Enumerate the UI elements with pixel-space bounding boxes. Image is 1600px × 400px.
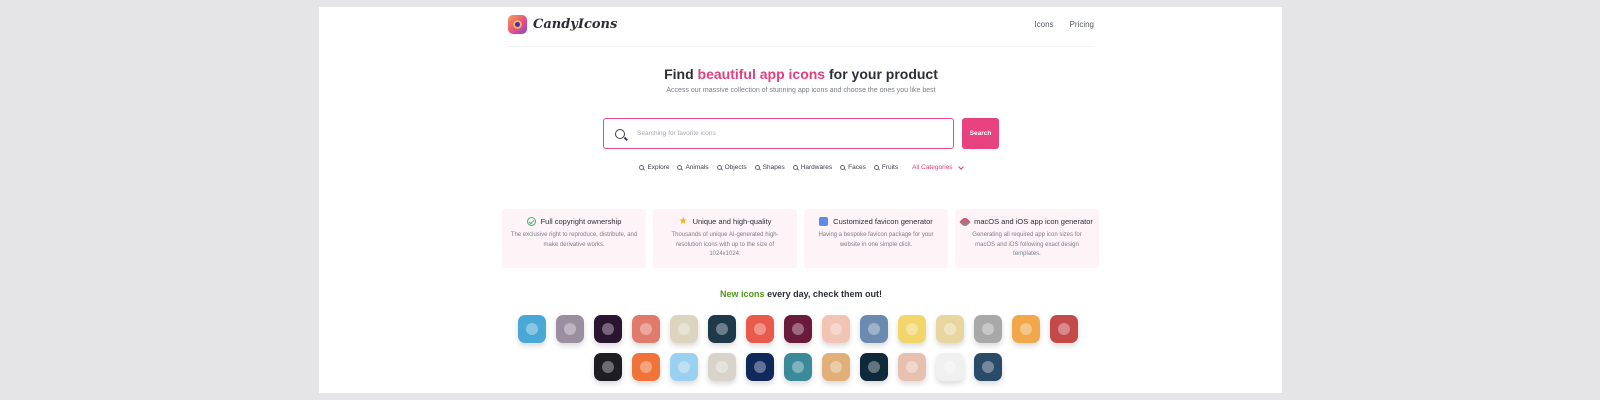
nav: Icons Pricing [1034, 20, 1094, 29]
search-icon [639, 165, 645, 170]
app-icon-thumbnail[interactable] [632, 315, 660, 343]
all-categories-dropdown[interactable]: All Categories [912, 163, 964, 171]
logo[interactable]: CandyIcons [508, 15, 617, 34]
app-icon-thumbnail[interactable] [594, 315, 622, 343]
content: CandyIcons Icons Pricing Find beautiful … [502, 7, 1099, 393]
app-icon-thumbnail[interactable] [632, 353, 660, 381]
app-icon-thumbnail[interactable] [898, 315, 926, 343]
app-icon-thumbnail[interactable] [1050, 315, 1078, 343]
new-icons-rest: every day, check them out! [764, 289, 882, 299]
feature-desc: Generating all required app icon sizes f… [972, 232, 1082, 257]
feature-card: Full copyright ownership The exclusive r… [502, 209, 646, 268]
header: CandyIcons Icons Pricing [508, 7, 1094, 47]
logo-icon [508, 15, 527, 34]
logo-text: CandyIcons [533, 17, 618, 32]
app-icon-thumbnail[interactable] [974, 353, 1002, 381]
icon-row-1 [518, 315, 1078, 343]
search-icon [792, 165, 798, 170]
search-icon [716, 165, 722, 170]
category-label: Fruits [881, 164, 899, 171]
search-icon [873, 165, 879, 170]
rocket-icon [959, 215, 971, 228]
category-explore[interactable]: Explore [639, 164, 669, 171]
category-animals[interactable]: Animals [677, 164, 709, 171]
app-icon-thumbnail[interactable] [822, 315, 850, 343]
feature-title: Customized favicon generator [804, 217, 948, 226]
new-icons-heading: New icons every day, check them out! [508, 289, 1094, 299]
feature-title: macOS and iOS app icon generator [955, 215, 1099, 228]
category-faces[interactable]: Faces [840, 164, 866, 171]
feature-title-text: Unique and high-quality [692, 217, 772, 226]
feature-cards: Full copyright ownership The exclusive r… [502, 209, 1099, 268]
app-icon-thumbnail[interactable] [746, 353, 774, 381]
feature-title-text: macOS and iOS app icon generator [974, 217, 1093, 226]
search-button[interactable]: Search [962, 118, 999, 149]
feature-desc: The exclusive right to reproduce, distri… [510, 232, 638, 248]
feature-title: Full copyright ownership [502, 217, 646, 226]
category-list: Explore Animals Objects Shapes Hardwares… [508, 163, 1094, 171]
nav-item-pricing[interactable]: Pricing [1070, 20, 1094, 29]
app-icon-thumbnail[interactable] [898, 353, 926, 381]
category-label: Objects [724, 164, 747, 171]
feature-desc: Thousands of unique AI-generated high-re… [671, 232, 779, 257]
app-icon-thumbnail[interactable] [670, 315, 698, 343]
nav-item-icons[interactable]: Icons [1034, 20, 1053, 29]
app-icon-thumbnail[interactable] [822, 353, 850, 381]
category-fruits[interactable]: Fruits [873, 164, 899, 171]
chevron-down-icon [957, 163, 964, 170]
hero-title-accent: beautiful app icons [697, 66, 826, 82]
page: CandyIcons Icons Pricing Find beautiful … [319, 7, 1282, 393]
search-icon [840, 165, 846, 170]
app-icon-thumbnail[interactable] [860, 353, 888, 381]
app-icon-thumbnail[interactable] [1012, 315, 1040, 343]
app-icon-thumbnail[interactable] [670, 353, 698, 381]
app-icon-thumbnail[interactable] [784, 315, 812, 343]
app-icon-thumbnail[interactable] [708, 315, 736, 343]
feature-title: ★ Unique and high-quality [653, 216, 797, 227]
category-shapes[interactable]: Shapes [754, 164, 785, 171]
hero-title: Find beautiful app icons for your produc… [508, 66, 1094, 82]
search-icon [754, 165, 760, 170]
category-label: Explore [647, 164, 670, 171]
thumbs-up-icon [819, 217, 829, 226]
category-objects[interactable]: Objects [716, 164, 747, 171]
check-circle-icon [526, 217, 536, 226]
app-icon-thumbnail[interactable] [974, 315, 1002, 343]
category-hardwares[interactable]: Hardwares [792, 164, 833, 171]
all-categories-label: All Categories [912, 164, 953, 171]
category-label: Shapes [762, 164, 785, 171]
app-icon-thumbnail[interactable] [936, 315, 964, 343]
app-icon-thumbnail[interactable] [936, 353, 964, 381]
feature-card: ★ Unique and high-quality Thousands of un… [653, 209, 797, 268]
feature-desc: Having a bespoke favicon package for you… [818, 232, 934, 248]
category-label: Faces [848, 164, 866, 171]
category-label: Animals [685, 164, 709, 171]
feature-card: macOS and iOS app icon generator Generat… [955, 209, 1099, 268]
app-icon-thumbnail[interactable] [708, 353, 736, 381]
app-icon-thumbnail[interactable] [556, 315, 584, 343]
new-icons-accent: New icons [720, 289, 765, 299]
hero-subtitle: Access our massive collection of stunnin… [666, 87, 936, 94]
hero-title-post: for your product [825, 66, 938, 82]
app-icon-thumbnail[interactable] [860, 315, 888, 343]
search-icon [677, 165, 683, 170]
category-label: Hardwares [800, 164, 833, 171]
search-icon [615, 128, 625, 139]
app-icon-thumbnail[interactable] [518, 315, 546, 343]
search-box [603, 118, 954, 149]
feature-card: Customized favicon generator Having a be… [804, 209, 948, 268]
app-icon-thumbnail[interactable] [594, 353, 622, 381]
hero-title-pre: Find [664, 66, 698, 82]
feature-title-text: Customized favicon generator [833, 217, 933, 226]
star-icon: ★ [678, 216, 688, 227]
icon-row-2 [594, 353, 1002, 381]
search-input[interactable] [637, 130, 937, 137]
app-icon-thumbnail[interactable] [746, 315, 774, 343]
feature-title-text: Full copyright ownership [540, 217, 622, 226]
app-icon-thumbnail[interactable] [784, 353, 812, 381]
